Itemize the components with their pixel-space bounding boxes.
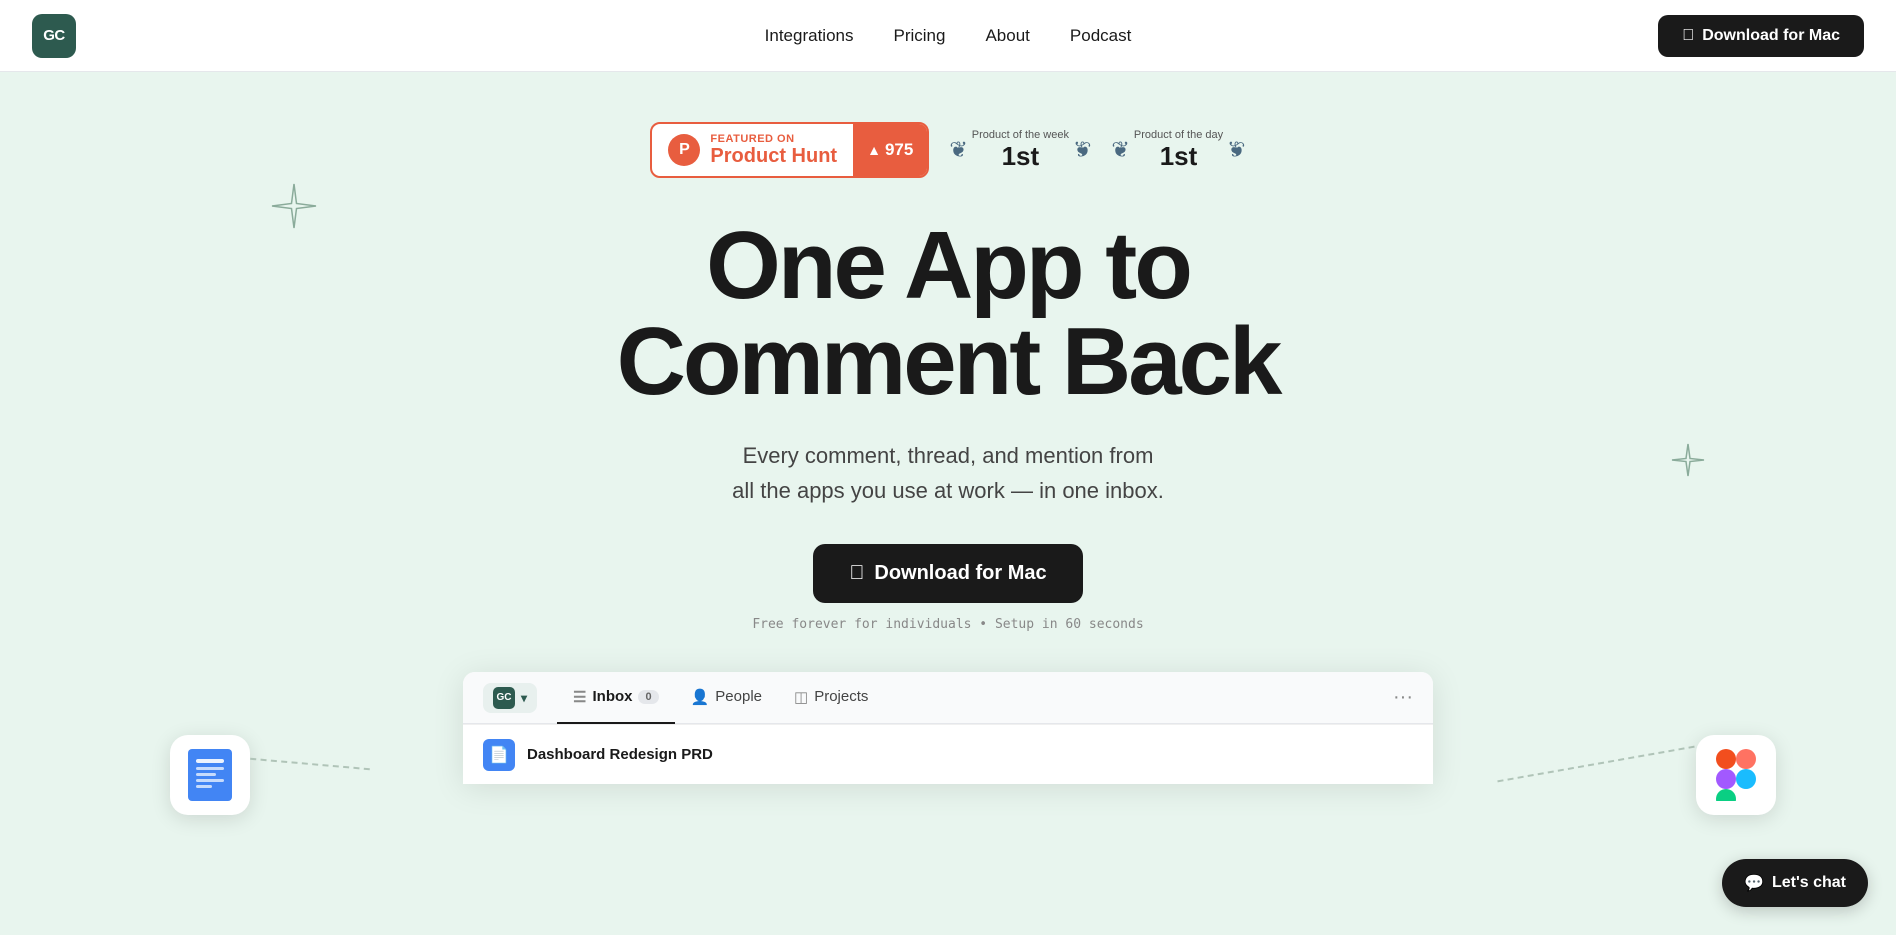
google-docs-icon — [170, 735, 250, 815]
lets-chat-button[interactable]: 💬 Let's chat — [1722, 859, 1868, 907]
navbar: GC Integrations Pricing About Podcast  … — [0, 0, 1896, 72]
doc-icon: 📄 — [483, 739, 515, 771]
app-content: 📄 Dashboard Redesign PRD — [463, 724, 1433, 784]
product-hunt-badge[interactable]: P FEATURED ON Product Hunt ▲ 975 — [650, 122, 929, 178]
apple-icon-hero:  — [849, 562, 864, 585]
nav-link-integrations[interactable]: Integrations — [765, 26, 854, 45]
projects-icon: ◫ — [794, 688, 808, 706]
dotted-line-left — [250, 758, 370, 770]
hero-subtext: Every comment, thread, and mention from … — [732, 438, 1164, 508]
figma-icon — [1696, 735, 1776, 815]
award-week-badge: ❦ Product of the week 1st ❦ — [949, 129, 1091, 172]
laurel-left-icon: ❦ — [949, 137, 967, 163]
download-button-hero[interactable]:  Download for Mac — [813, 544, 1082, 603]
list-item[interactable]: 📄 Dashboard Redesign PRD — [463, 724, 1433, 784]
chat-icon: 💬 — [1744, 873, 1764, 893]
app-toolbar: GC ▾ ☰ Inbox 0 👤 People ◫ Projects ··· — [463, 672, 1433, 724]
tab-inbox[interactable]: ☰ Inbox 0 — [557, 672, 675, 724]
hero-headline: One App to Comment Back — [617, 218, 1280, 410]
dotted-line-right — [1497, 746, 1694, 783]
download-button-nav[interactable]:  Download for Mac — [1658, 15, 1864, 57]
ph-icon: P — [668, 134, 700, 166]
laurel-right2-icon: ❦ — [1227, 137, 1245, 163]
nav-link-podcast[interactable]: Podcast — [1070, 26, 1131, 45]
app-preview: GC ▾ ☰ Inbox 0 👤 People ◫ Projects ··· — [463, 672, 1433, 784]
laurel-right-icon: ❦ — [1073, 137, 1091, 163]
award-day-badge: ❦ Product of the day 1st ❦ — [1111, 129, 1245, 172]
nav-link-about[interactable]: About — [985, 26, 1029, 45]
app-logo-mini: GC — [493, 687, 515, 709]
people-icon: 👤 — [691, 688, 710, 706]
inbox-icon: ☰ — [573, 688, 586, 706]
nav-links: Integrations Pricing About Podcast — [765, 26, 1132, 46]
fine-print: Free forever for individuals • Setup in … — [752, 617, 1143, 632]
logo[interactable]: GC — [32, 14, 76, 58]
app-logo-pill[interactable]: GC ▾ — [483, 683, 537, 713]
badges-row: P FEATURED ON Product Hunt ▲ 975 ❦ Produ… — [650, 122, 1245, 178]
upvote-arrow-icon: ▲ — [867, 142, 881, 158]
nav-link-pricing[interactable]: Pricing — [894, 26, 946, 45]
sparkle-right-icon — [1670, 442, 1706, 478]
sparkle-left-icon — [270, 182, 318, 230]
tab-projects[interactable]: ◫ Projects — [778, 672, 884, 724]
laurel-left2-icon: ❦ — [1111, 137, 1129, 163]
tab-people[interactable]: 👤 People — [675, 672, 778, 724]
hero-section: P FEATURED ON Product Hunt ▲ 975 ❦ Produ… — [0, 72, 1896, 935]
apple-icon:  — [1682, 27, 1694, 45]
more-options-button[interactable]: ··· — [1393, 686, 1413, 709]
